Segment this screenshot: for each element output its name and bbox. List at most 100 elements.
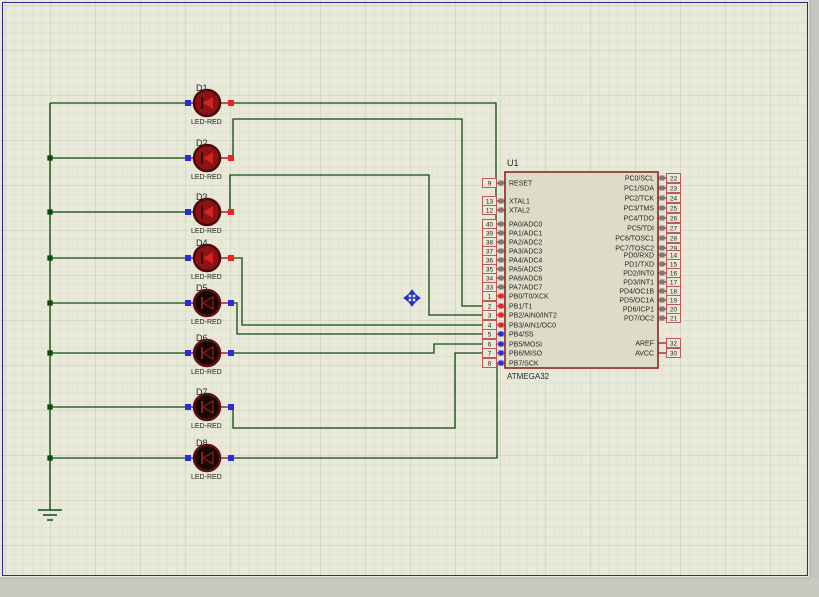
pin-PD0/RXD[interactable]: 14 PD0/RXD [624,251,681,260]
pin-name-label: PA5/ADC5 [509,267,542,274]
state-indicator [660,206,665,211]
pin-PA2/ADC2[interactable]: 38PA2/ADC2 [483,238,543,247]
pin-number: 2 [488,304,492,311]
led-ref-label: D5 [196,283,208,293]
pin-PB0/T0/XCK[interactable]: 1PB0/T0/XCK [483,292,550,301]
led-body-off [194,394,220,420]
junction-dot [48,301,52,305]
pin-number: 9 [488,181,492,188]
pin-PC2/TCK[interactable]: 24PC2/TCK [624,194,680,203]
pin-number: 22 [670,176,678,183]
pin-PA0/ADC0[interactable]: 40PA0/ADC0 [483,220,543,229]
pin-PC4/TDO[interactable]: 26PC4/TDO [624,214,681,223]
pin-name-label: AVCC [635,351,654,358]
pin-name-label: PD1/TXD [624,262,654,269]
led-ref-label: D1 [196,83,208,93]
state-indicator [499,361,504,366]
state-indicator [499,181,504,186]
state-indicator [660,236,665,241]
pin-name-label: PA7/ADC7 [509,285,542,292]
state-indicator [499,285,504,290]
pin-name-label: PD4/OC1B [619,289,654,296]
state-indicator [660,216,665,221]
pin-PD4/OC1B[interactable]: 18PD4/OC1B [619,287,680,296]
pin-number: 3 [488,313,492,320]
state-indicator [499,199,504,204]
state-indicator [228,300,234,306]
pin-name-label: PB3/AIN1/OC0 [509,323,556,330]
pin-PC6/TOSC1[interactable]: 28PC6/TOSC1 [615,234,680,243]
pin-PC0/SCL[interactable]: 22 PC0/SCL [625,174,681,183]
pin-name-label: PD5/OC1A [619,298,654,305]
led-part-label: LED-RED [191,319,222,326]
pin-name-label: PD2/INT0 [623,271,654,278]
pin-PD1/TXD[interactable]: 15PD1/TXD [624,260,680,269]
led-part-label: LED-RED [191,174,222,181]
state-indicator [499,222,504,227]
pin-PC5/TDI[interactable]: 27PC5/TDI [627,224,680,233]
pin-PB7/SCK[interactable]: 8PB7/SCK [483,359,539,368]
pin-number: 33 [486,285,494,292]
state-indicator [185,455,191,461]
pin-name-label: PA6/ADC6 [509,276,542,283]
pin-number: 21 [670,316,678,323]
led-ref-label: D8 [196,438,208,448]
pin-name-label: XTAL1 [509,199,530,206]
chip-U1[interactable]: U1ATMEGA329RESET13XTAL112XTAL240PA0/ADC0… [483,158,681,381]
state-indicator [660,289,665,294]
pin-PA5/ADC5[interactable]: 35PA5/ADC5 [483,265,543,274]
state-indicator [499,342,504,347]
pin-PB3/AIN1/OC0[interactable]: 4PB3/AIN1/OC0 [483,321,557,330]
pin-number: 12 [486,208,494,215]
pin-name-label: RESET [509,181,533,188]
state-indicator [660,316,665,321]
chip-part-label: ATMEGA32 [507,372,550,381]
pin-PB2/AIN0/INT2[interactable]: 3PB2/AIN0/INT2 [483,311,557,320]
pin-name-label: PC0/SCL [625,176,654,183]
state-indicator [499,323,504,328]
pin-PD7/OC2[interactable]: 21PD7/OC2 [624,314,680,323]
state-indicator [228,404,234,410]
junction-dot [48,210,52,214]
pin-PD6/ICP1[interactable]: 20PD6/ICP1 [623,305,681,314]
pin-number: 32 [670,341,678,348]
pin-PB5/MOSI[interactable]: 6PB5/MOSI [483,340,543,349]
pin-number: 6 [488,342,492,349]
pin-PC1/SDA[interactable]: 23PC1/SDA [624,184,680,193]
pin-name-label: PC1/SDA [624,186,654,193]
pin-PB4/SS[interactable]: 5PB4/SS [483,330,534,339]
pin-PA4/ADC4[interactable]: 36PA4/ADC4 [483,256,543,265]
pin-name-label: PA1/ADC1 [509,231,542,238]
state-indicator [499,294,504,299]
pin-number: 7 [488,351,492,358]
pin-number: 14 [670,253,678,260]
pin-PB6/MISO[interactable]: 7PB6/MISO [483,349,543,358]
state-indicator [228,209,234,215]
junction-dot [48,256,52,260]
state-indicator [499,276,504,281]
pin-PD2/INT0[interactable]: 16PD2/INT0 [623,269,680,278]
pin-PA3/ADC3[interactable]: 37PA3/ADC3 [483,247,543,256]
pin-name-label: PB1/T1 [509,304,532,311]
pin-name-label: PD0/RXD [624,253,654,260]
pin-name-label: PD3/INT1 [623,280,654,287]
state-indicator [660,246,665,251]
pin-PA6/ADC6[interactable]: 34PA6/ADC6 [483,274,543,283]
state-indicator [228,155,234,161]
state-indicator [499,208,504,213]
state-indicator [660,176,665,181]
schematic-canvas[interactable]: D1LED-REDD2LED-REDD3LED-REDD4LED-REDD5LE… [0,0,819,597]
state-indicator [228,455,234,461]
pin-PD3/INT1[interactable]: 17PD3/INT1 [623,278,680,287]
led-body-off [194,340,220,366]
pin-PD5/OC1A[interactable]: 19PD5/OC1A [619,296,680,305]
junction-dot [48,156,52,160]
state-indicator [499,267,504,272]
pin-PC3/TMS[interactable]: 25PC3/TMS [624,204,681,213]
pin-number: 24 [670,196,678,203]
pin-PA7/ADC7[interactable]: 33 PA7/ADC7 [483,283,543,292]
pin-PA1/ADC1[interactable]: 39PA1/ADC1 [483,229,543,238]
led-part-label: LED-RED [191,228,222,235]
led-ref-label: D7 [196,387,208,397]
pin-number: 27 [670,226,678,233]
